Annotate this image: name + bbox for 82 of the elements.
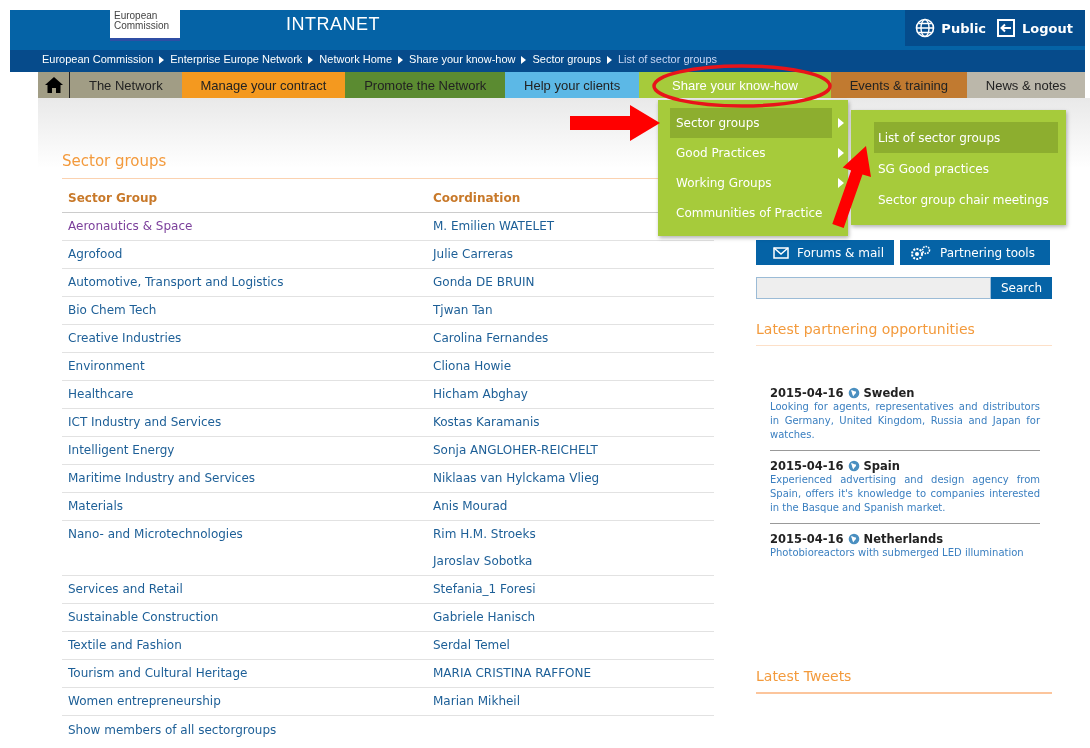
sector-group-link[interactable]: Creative Industries (68, 331, 182, 345)
sector-group-link[interactable]: Intelligent Energy (68, 443, 175, 457)
site-title: INTRANET (286, 14, 380, 35)
sector-group-link[interactable]: Women entrepreneurship (68, 694, 221, 708)
search-button[interactable]: Search (991, 277, 1052, 299)
opportunity-description[interactable]: Experienced advertising and design agency from Spain, offers it's knowledge to companies interested in the Basque and Spanish market. (770, 473, 1040, 515)
nav-tab[interactable]: Help your clients (505, 72, 640, 98)
sector-group-link[interactable]: Bio Chem Tech (68, 303, 157, 317)
sector-group-link[interactable]: Healthcare (68, 387, 134, 401)
opportunity-description[interactable]: Photobioreactors with submerged LED illumination (770, 546, 1040, 560)
sector-group-link[interactable]: ICT Industry and Services (68, 415, 222, 429)
sector-group-link[interactable]: Nano- and Microtechnologies (68, 527, 243, 541)
logo[interactable]: European Commission (110, 10, 180, 41)
home-icon (44, 77, 63, 93)
opportunity-country[interactable]: Spain (863, 459, 900, 473)
coordinator-link[interactable]: Marian Mikheil (433, 694, 708, 715)
coordinator-link[interactable]: Rim H.M. Stroeks (433, 527, 708, 554)
section-heading: Latest partnering opportunities (756, 321, 1052, 346)
sector-group-link[interactable]: Environment (68, 359, 145, 373)
column-header: Coordination (433, 191, 521, 205)
opportunity-country[interactable]: Netherlands (863, 532, 944, 546)
coordinator-link[interactable]: Kostas Karamanis (433, 415, 708, 436)
opportunity-date: 2015-04-16 (770, 386, 844, 400)
sector-group-link[interactable]: Materials (68, 499, 123, 513)
coordinator-link[interactable]: Stefania_1 Foresi (433, 582, 708, 603)
logout-icon (996, 18, 1017, 38)
opportunity-date: 2015-04-16 (770, 459, 844, 473)
coordinator-link[interactable]: Jaroslav Sobotka (433, 554, 708, 575)
caret-icon (398, 56, 404, 64)
coordinator-link[interactable]: Tjwan Tan (433, 303, 708, 324)
nav-tab[interactable]: Manage your contract (181, 72, 346, 98)
coordinator-link[interactable]: Gabriele Hanisch (433, 610, 708, 631)
coordinator-link[interactable]: MARIA CRISTINA RAFFONE (433, 666, 708, 687)
caret-icon (159, 56, 165, 64)
sector-group-link[interactable]: Tourism and Cultural Heritage (68, 666, 248, 680)
globe-icon (915, 18, 936, 38)
coordinator-link[interactable]: Serdal Temel (433, 638, 708, 659)
globe-icon (847, 460, 860, 472)
breadcrumb-link[interactable]: List of sector groups (617, 53, 718, 65)
coordinator-link[interactable]: Niklaas van Hylckama Vlieg (433, 471, 708, 492)
sidebar-button[interactable]: Forums & mail (756, 240, 894, 265)
nav-tab[interactable]: Events & training (830, 72, 967, 98)
caret-icon (521, 56, 527, 64)
envelope-icon (773, 246, 789, 259)
caret-icon (308, 56, 314, 64)
sector-group-link[interactable]: Services and Retail (68, 582, 183, 596)
globe-icon (847, 533, 860, 545)
section-heading: Latest Tweets (756, 668, 1052, 694)
breadcrumb-link[interactable]: Share your know-how (409, 53, 516, 65)
gears-icon (910, 244, 932, 261)
search-field[interactable] (756, 277, 991, 299)
column-header: Sector Group (68, 191, 158, 205)
nav-tab[interactable]: Promote the Network (345, 72, 506, 98)
breadcrumb-link[interactable]: Network Home (319, 53, 393, 65)
sector-group-link[interactable]: Sustainable Construction (68, 610, 219, 624)
nav-tab[interactable]: The Network (70, 72, 182, 98)
header-link[interactable]: Logout (996, 18, 1073, 38)
coordinator-link[interactable]: Carolina Fernandes (433, 331, 708, 352)
sector-group-link[interactable]: Maritime Industry and Services (68, 471, 256, 485)
opportunity-country[interactable]: Sweden (863, 386, 915, 400)
sector-group-link[interactable]: Aeronautics & Space (68, 219, 193, 233)
sector-group-link[interactable]: Agrofood (68, 247, 123, 261)
globe-icon (847, 387, 860, 399)
coordinator-link[interactable]: Sonja ANGLOHER-REICHELT (433, 443, 708, 464)
breadcrumb-link[interactable]: Sector groups (532, 53, 601, 65)
sector-group-link[interactable]: Textile and Fashion (68, 638, 182, 652)
sidebar-button[interactable]: Partnering tools (900, 240, 1050, 265)
opportunity-description[interactable]: Looking for agents, representatives and distributors in Germany, United Kingdom, Russia and Japan for watches. (770, 400, 1040, 442)
header-link[interactable]: Public (915, 18, 987, 38)
show-members-link[interactable]: Show members of all sectorgroups (68, 723, 277, 737)
opportunity-date: 2015-04-16 (770, 532, 844, 546)
coordinator-link[interactable]: Hicham Abghay (433, 387, 708, 408)
coordinator-link[interactable]: Cliona Howie (433, 359, 708, 380)
breadcrumb-link[interactable]: Enterprise Europe Network (170, 53, 303, 65)
nav-tab[interactable]: News & notes (966, 72, 1085, 98)
caret-icon (606, 56, 612, 64)
sector-group-link[interactable]: Automotive, Transport and Logistics (68, 275, 284, 289)
coordinator-link[interactable]: Gonda DE BRUIN (433, 275, 708, 296)
coordinator-link[interactable]: Anis Mourad (433, 499, 708, 520)
home-button[interactable] (38, 72, 70, 98)
coordinator-link[interactable]: Julie Carreras (433, 247, 708, 268)
breadcrumb-link[interactable]: European Commission (42, 53, 154, 65)
